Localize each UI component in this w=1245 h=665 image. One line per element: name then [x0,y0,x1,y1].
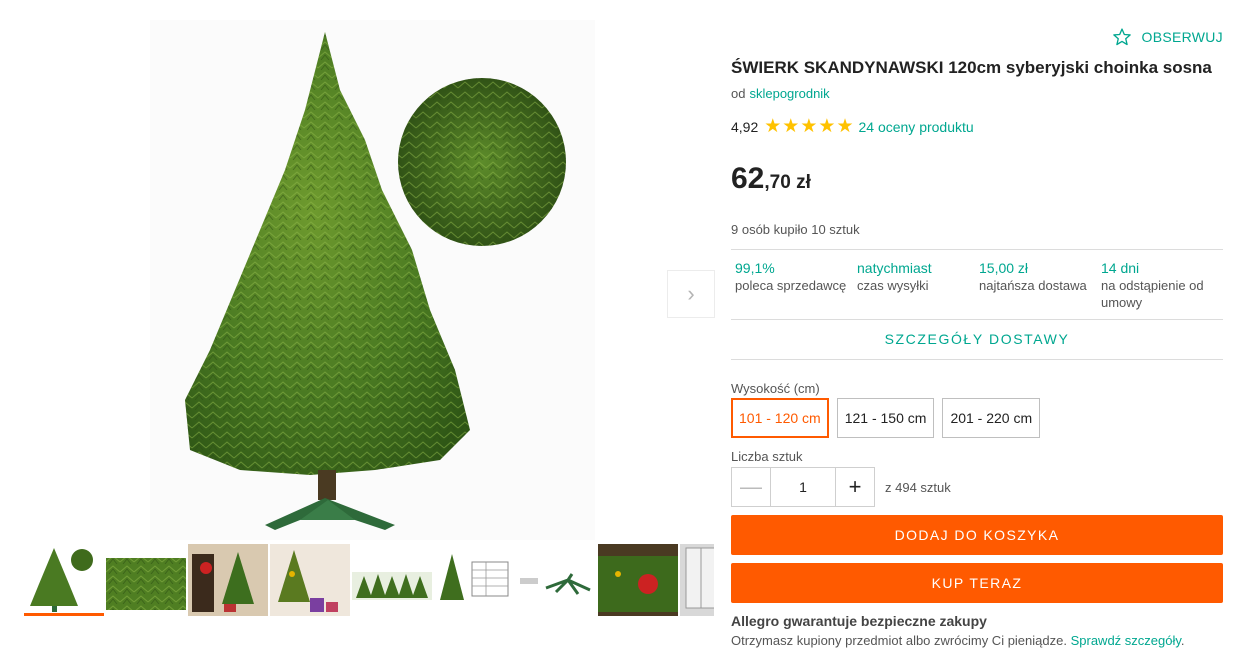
rating-count-link[interactable]: 24 oceny produktu [858,119,973,135]
rating-row: 4,92 ★ ★ ★ ★ ★ 24 oceny produktu [731,116,974,137]
feature-label: na odstąpienie od umowy [1101,278,1204,310]
feature-value: 99,1% [735,260,775,276]
product-main-image[interactable] [150,20,595,540]
buy-now-button[interactable]: KUP TERAZ [731,563,1223,603]
seller-prefix: od [731,86,746,101]
thumbnail-6[interactable] [434,544,514,616]
thumbnail-strip [24,540,714,622]
height-option-121-150[interactable]: 121 - 150 cm [836,398,935,438]
price: 62,70 zł [731,162,811,196]
divider [731,249,1223,250]
delivery-details-link[interactable]: SZCZEGÓŁY DOSTAWY [731,331,1223,347]
decrease-quantity-button[interactable]: — [731,467,771,507]
star-icon: ★ [836,116,854,137]
divider [731,359,1223,360]
gallery-next-button[interactable]: › [667,270,715,318]
quantity-input[interactable] [771,467,835,507]
guarantee-details-link[interactable]: Sprawdź szczegóły [1071,633,1181,648]
star-outline-icon [1112,28,1131,46]
quantity-label: Liczba sztuk [731,449,803,464]
sold-info: 9 osób kupiło 10 sztuk [731,222,860,237]
watch-button[interactable]: OBSERWUJ [1112,27,1224,47]
price-main: 62 [731,162,765,195]
rating-stars: ★ ★ ★ ★ ★ [764,116,854,137]
star-icon: ★ [782,116,800,137]
thumb-tree-row-image [352,544,432,616]
thumb-room-image [188,544,268,616]
thumb-tree-image [24,544,104,616]
thumbnail-1[interactable] [24,544,104,616]
feature-value: natychmiast [857,260,932,276]
thumbnail-3[interactable] [188,544,268,616]
product-title: ŚWIERK SKANDYNAWSKI 120cm syberyjski cho… [731,58,1212,77]
guarantee-body: Otrzymasz kupiony przedmiot albo zwrócim… [731,633,1067,648]
feature-list: 99,1% poleca sprzedawcę natychmiast czas… [735,260,1223,311]
thumb-branch-image [106,544,186,616]
add-to-cart-button[interactable]: DODAJ DO KOSZYKA [731,515,1223,555]
height-label: Wysokość (cm) [731,381,820,396]
feature-label: czas wysyłki [857,278,929,293]
feature-shipping-time: natychmiast czas wysyłki [857,260,979,311]
star-icon: ★ [818,116,836,137]
guarantee-title: Allegro gwarantuje bezpieczne zakupy [731,613,987,629]
guarantee-suffix: . [1180,633,1185,648]
rating-value: 4,92 [731,119,759,135]
quantity-stepper: — + z 494 sztuk [731,467,951,507]
seller-line: od sklepogrodnik [731,86,830,101]
star-icon: ★ [800,116,818,137]
thumbnail-4[interactable] [270,544,350,616]
thumbnail-9[interactable] [680,544,714,616]
thumb-window-image [680,544,714,616]
quantity-availability: z 494 sztuk [885,479,951,495]
feature-cheapest-delivery: 15,00 zł najtańsza dostawa [979,260,1101,311]
feature-label: poleca sprzedawcę [735,278,847,293]
seller-link[interactable]: sklepogrodnik [749,86,829,101]
guarantee-text: Otrzymasz kupiony przedmiot albo zwrócim… [731,633,1185,648]
thumbnail-7[interactable] [516,544,596,616]
christmas-tree-image [185,32,566,530]
divider [731,319,1223,320]
thumbnail-2[interactable] [106,544,186,616]
height-options: 101 - 120 cm 121 - 150 cm 201 - 220 cm [731,398,1041,438]
thumbnail-8[interactable] [598,544,678,616]
chevron-right-icon: › [687,281,695,306]
feature-label: najtańsza dostawa [979,278,1087,293]
thumb-stand-image [516,544,596,616]
star-icon: ★ [764,116,782,137]
thumb-size-table-image [434,544,514,616]
price-rest: ,70 zł [764,172,811,193]
feature-return-period: 14 dni na odstąpienie od umowy [1101,260,1223,311]
feature-value: 14 dni [1101,260,1140,276]
watch-label: OBSERWUJ [1141,29,1223,45]
thumbnail-5[interactable] [352,544,432,616]
thumb-gifts-image [270,544,350,616]
feature-value: 15,00 zł [979,260,1029,276]
thumb-decorating-image [598,544,678,616]
height-option-101-120[interactable]: 101 - 120 cm [731,398,829,438]
feature-recommend: 99,1% poleca sprzedawcę [735,260,857,311]
increase-quantity-button[interactable]: + [835,467,875,507]
height-option-201-220[interactable]: 201 - 220 cm [942,398,1041,438]
